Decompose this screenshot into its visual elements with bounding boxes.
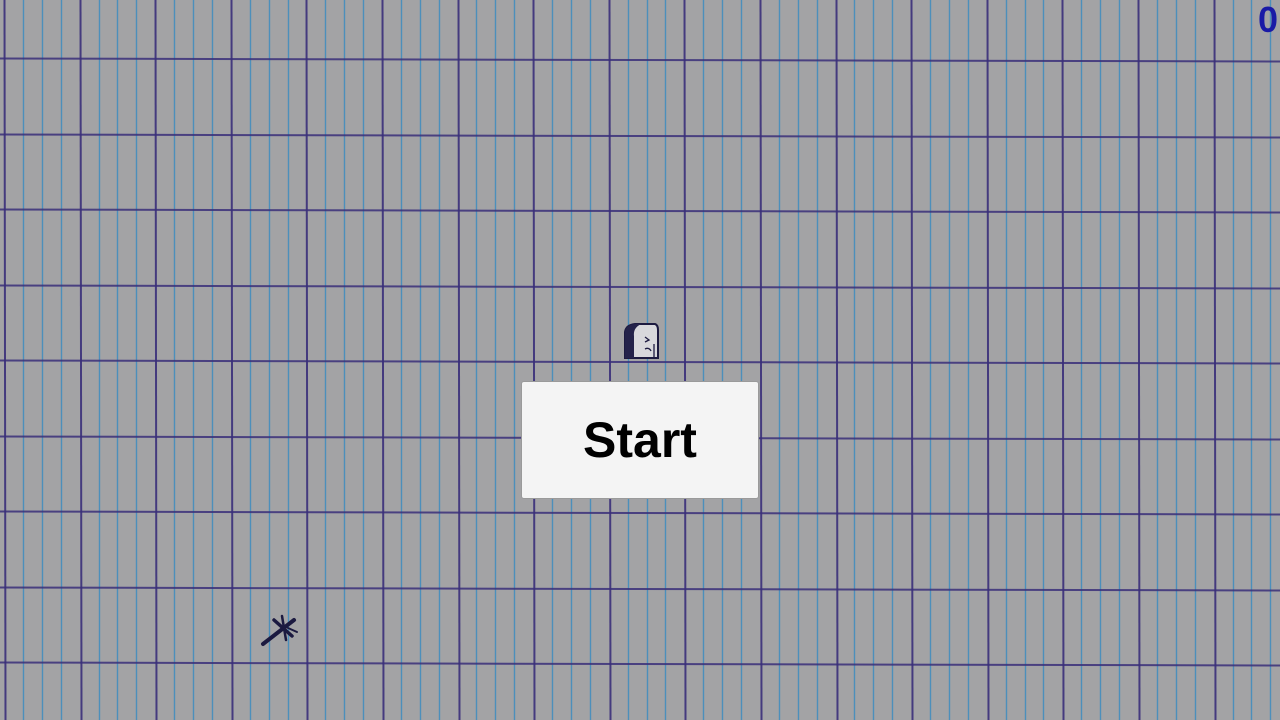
score-counter: 0 xyxy=(1257,0,1278,40)
player-character-icon xyxy=(621,322,661,362)
start-button[interactable]: Start xyxy=(521,381,759,499)
enemy-plane-icon xyxy=(258,610,300,650)
